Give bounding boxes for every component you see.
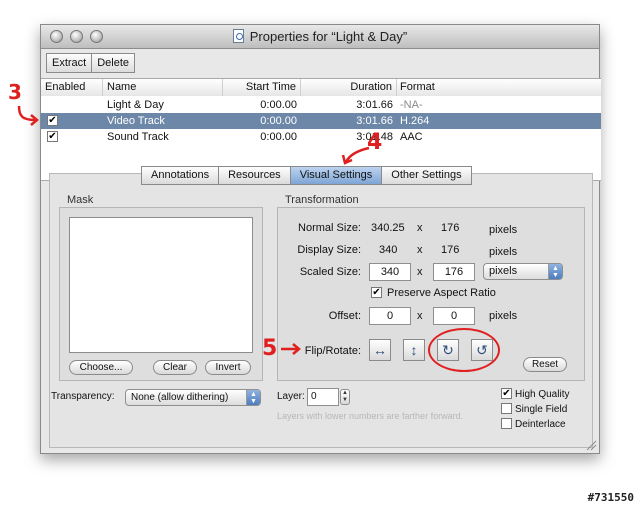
transparency-label: Transparency: (51, 391, 115, 402)
preserve-aspect-ratio-checkbox[interactable]: ✔ (371, 287, 382, 298)
times-sign: x (417, 244, 423, 256)
display-size-label: Display Size: (297, 244, 361, 256)
scaled-width-input[interactable]: 340 (369, 263, 411, 281)
units-select[interactable]: pixels ▲ ▼ (483, 263, 563, 280)
track-format: -NA- (400, 99, 423, 111)
transparency-select[interactable]: None (allow dithering) ▲ ▼ (125, 389, 261, 406)
table-row[interactable]: ✔ Video Track 0:00.00 3:01.66 H.264 (41, 113, 601, 129)
offset-units: pixels (489, 310, 518, 322)
step-5-arrow-icon (281, 343, 301, 355)
tab-resources[interactable]: Resources (219, 166, 291, 185)
track-start-time: 0:00.00 (260, 131, 297, 143)
deinterlace-label: Deinterlace (515, 419, 566, 430)
track-name: Sound Track (107, 131, 169, 143)
track-duration: 3:01.66 (356, 115, 393, 127)
times-sign: x (417, 266, 423, 278)
track-name: Light & Day (107, 99, 164, 111)
resize-grip-icon[interactable] (585, 439, 597, 451)
preserve-aspect-ratio-label: Preserve Aspect Ratio (387, 287, 496, 299)
track-duration: 3:01.66 (356, 99, 393, 111)
transformation-group-title: Transformation (285, 194, 359, 206)
layer-input[interactable]: 0 (307, 388, 339, 406)
mask-group-title: Mask (67, 194, 94, 206)
scaled-height-input[interactable]: 176 (433, 263, 475, 281)
layer-hint: Layers with lower numbers are farther fo… (277, 411, 464, 421)
offset-x-input[interactable]: 0 (369, 307, 411, 325)
tab-annotations[interactable]: Annotations (141, 166, 220, 185)
single-field-checkbox[interactable] (501, 403, 512, 414)
units-select-value: pixels (489, 265, 518, 277)
transparency-select-value: None (allow dithering) (131, 392, 229, 403)
choose-button[interactable]: Choose... (69, 360, 133, 375)
track-name: Video Track (107, 115, 165, 127)
extract-button[interactable]: Extract (46, 53, 93, 73)
rotate-buttons-highlight (428, 328, 500, 372)
flip-horizontal-icon[interactable]: ↔ (369, 339, 391, 361)
tab-other-settings[interactable]: Other Settings (382, 166, 472, 185)
title-bar[interactable]: Properties for “Light & Day” (41, 25, 599, 49)
delete-button[interactable]: Delete (92, 53, 136, 73)
quicktime-document-icon (232, 29, 244, 43)
reset-button[interactable]: Reset (523, 357, 567, 372)
scaled-size-label: Scaled Size: (299, 266, 361, 278)
column-header-name[interactable]: Name (103, 79, 223, 96)
single-field-label: Single Field (515, 404, 568, 415)
layer-label: Layer: (277, 391, 305, 402)
times-sign: x (417, 310, 423, 322)
deinterlace-checkbox[interactable] (501, 418, 512, 429)
track-format: AAC (400, 131, 423, 143)
track-enabled-checkbox[interactable]: ✔ (47, 131, 58, 142)
display-size-units: pixels (489, 246, 518, 258)
offset-label: Offset: (328, 310, 361, 322)
display-size-width: 340 (379, 244, 398, 256)
high-quality-checkbox[interactable]: ✔ (501, 388, 512, 399)
high-quality-label: High Quality (515, 389, 570, 400)
track-start-time: 0:00.00 (260, 115, 297, 127)
track-format: H.264 (400, 115, 430, 127)
track-enabled-checkbox[interactable]: ✔ (47, 115, 58, 126)
normal-size-width: 340.25 (371, 222, 405, 234)
window-title-area: Properties for “Light & Day” (41, 29, 599, 44)
column-header-enabled[interactable]: Enabled (41, 79, 103, 96)
watermark-id: #731550 (587, 491, 634, 504)
track-table-header: Enabled Name Start Time Duration Format (41, 79, 601, 96)
offset-y-input[interactable]: 0 (433, 307, 475, 325)
track-start-time: 0:00.00 (260, 99, 297, 111)
invert-button[interactable]: Invert (205, 360, 251, 375)
flip-vertical-icon[interactable]: ↕ (403, 339, 425, 361)
properties-window: Properties for “Light & Day” Extract Del… (40, 24, 601, 454)
display-size-height: 176 (441, 244, 460, 256)
clear-button[interactable]: Clear (153, 360, 197, 375)
table-row[interactable]: Light & Day 0:00.00 3:01.66 -NA- (41, 97, 601, 113)
normal-size-label: Normal Size: (298, 222, 361, 234)
updown-arrows-icon: ▲ ▼ (548, 264, 562, 279)
table-row[interactable]: ✔ Sound Track 0:00.00 3:01.48 AAC (41, 129, 601, 145)
step-3-annotation: 3 (8, 80, 22, 104)
tab-visual-settings[interactable]: Visual Settings (290, 166, 383, 185)
times-sign: x (417, 222, 423, 234)
normal-size-height: 176 (441, 222, 460, 234)
step-5-annotation: 5 (262, 336, 278, 361)
column-header-duration[interactable]: Duration (301, 79, 397, 96)
track-toolbar: Extract Delete (46, 53, 136, 73)
window-title: Properties for “Light & Day” (249, 29, 408, 44)
column-header-start-time[interactable]: Start Time (223, 79, 301, 96)
step-4-arrow-icon (341, 146, 370, 165)
column-header-format[interactable]: Format (397, 79, 601, 96)
settings-tabs: Annotations Resources Visual Settings Ot… (141, 166, 472, 185)
step-3-arrow-icon (17, 105, 39, 126)
layer-stepper[interactable]: ▲ ▼ (340, 389, 350, 405)
updown-arrows-icon: ▲ ▼ (246, 390, 260, 405)
normal-size-units: pixels (489, 224, 518, 236)
mask-image-well[interactable] (69, 217, 253, 353)
